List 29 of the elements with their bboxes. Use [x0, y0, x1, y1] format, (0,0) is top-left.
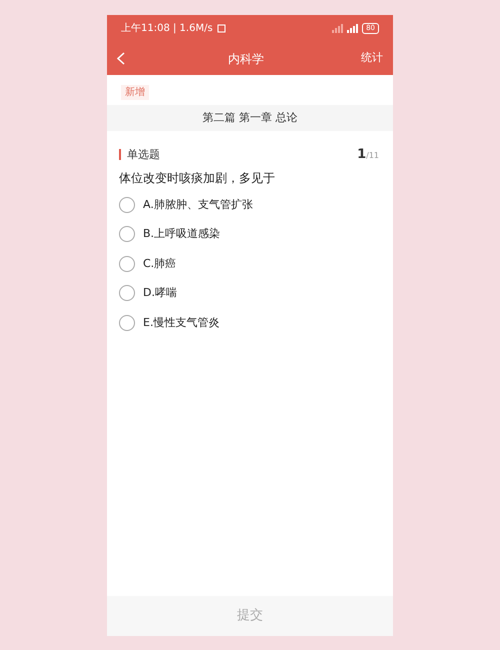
option-label: E.慢性支气管炎 — [143, 314, 220, 330]
question-text: 体位改变时咳痰加剧，多见于 — [119, 170, 276, 186]
radio-button[interactable] — [119, 256, 135, 272]
radio-button[interactable] — [119, 226, 135, 242]
signal-icon — [332, 24, 344, 33]
status-time: 上午11:08 | 1.6M/s — [121, 22, 213, 36]
question-total: /11 — [366, 150, 379, 162]
stats-button[interactable]: 统计 — [361, 50, 383, 67]
accent-bar — [119, 149, 121, 160]
radio-button[interactable] — [119, 196, 135, 213]
option-label: C.肺癌 — [143, 256, 176, 272]
signal-icon — [347, 24, 360, 33]
radio-button[interactable] — [119, 285, 135, 302]
option-label: A.肺脓肿、支气管扩张 — [143, 196, 253, 212]
radio-button[interactable] — [119, 314, 135, 331]
answer-option[interactable]: B.上呼吸道感染 — [119, 226, 381, 242]
option-label: B.上呼吸道感染 — [143, 226, 220, 242]
answer-option[interactable]: E.慢性支气管炎 — [119, 314, 381, 331]
chapter-header: 第二篇 第一章 总论 — [107, 105, 393, 131]
page-title: 内科学 — [228, 50, 264, 68]
back-icon — [117, 52, 125, 65]
option-label: D.哮喘 — [143, 285, 177, 301]
question-number: 1 — [357, 146, 366, 164]
answer-option[interactable]: C.肺癌 — [119, 256, 381, 272]
new-tag: 新增 — [121, 85, 149, 100]
answer-option[interactable]: A.肺脓肿、支气管扩张 — [119, 196, 381, 213]
notification-icon — [216, 24, 226, 33]
answer-option[interactable]: D.哮喘 — [119, 285, 381, 302]
question-type: 单选题 — [127, 146, 160, 162]
